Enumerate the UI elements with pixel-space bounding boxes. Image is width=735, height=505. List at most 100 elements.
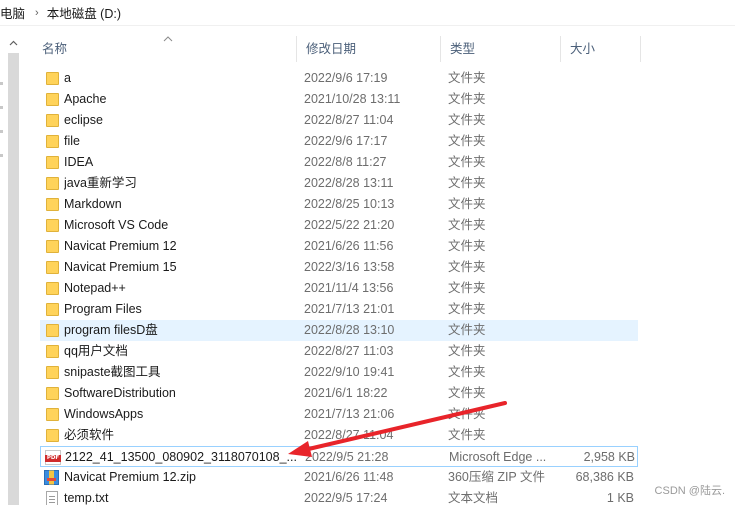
file-name: snipaste截图工具 bbox=[64, 365, 161, 379]
file-name: file bbox=[64, 134, 80, 148]
file-name: Program Files bbox=[64, 302, 142, 316]
file-size bbox=[560, 89, 634, 110]
table-row[interactable]: WindowsApps 2021/7/13 21:06 文件夹 bbox=[40, 404, 638, 425]
file-name: java重新学习 bbox=[64, 176, 137, 190]
chevron-up-icon bbox=[9, 40, 17, 46]
file-name: a bbox=[64, 71, 71, 85]
file-date: 2022/8/27 11:03 bbox=[304, 344, 394, 358]
column-divider[interactable] bbox=[640, 36, 641, 62]
pdf-icon: PDF bbox=[45, 450, 61, 465]
table-row[interactable]: Navicat Premium 12 2021/6/26 11:56 文件夹 bbox=[40, 236, 638, 257]
table-row[interactable]: snipaste截图工具 2022/9/10 19:41 文件夹 bbox=[40, 362, 638, 383]
folder-icon bbox=[46, 408, 59, 421]
file-type: 文件夹 bbox=[448, 302, 486, 316]
folder-icon bbox=[46, 198, 59, 211]
file-name: IDEA bbox=[64, 155, 94, 169]
table-row[interactable]: 必须软件 2022/8/27 11:04 文件夹 bbox=[40, 425, 638, 446]
file-name: 必须软件 bbox=[64, 428, 115, 442]
file-date: 2022/3/16 13:58 bbox=[304, 260, 395, 274]
table-row[interactable]: Microsoft VS Code 2022/5/22 21:20 文件夹 bbox=[40, 215, 638, 236]
file-size bbox=[560, 131, 634, 152]
column-header-size[interactable]: 大小 bbox=[560, 36, 640, 62]
breadcrumb-item-computer[interactable]: 电脑 bbox=[0, 3, 25, 22]
folder-icon bbox=[46, 240, 59, 253]
folder-icon bbox=[46, 324, 59, 337]
file-size bbox=[560, 236, 634, 257]
folder-icon bbox=[46, 72, 59, 85]
file-type: 360压缩 ZIP 文件 bbox=[448, 470, 546, 484]
chevron-right-icon: › bbox=[35, 6, 39, 19]
file-type: 文件夹 bbox=[448, 218, 486, 232]
pane-marker bbox=[0, 154, 3, 157]
pane-marker bbox=[0, 82, 3, 85]
folder-icon bbox=[46, 303, 59, 316]
table-row[interactable]: Markdown 2022/8/25 10:13 文件夹 bbox=[40, 194, 638, 215]
table-row[interactable]: eclipse 2022/8/27 11:04 文件夹 bbox=[40, 110, 638, 131]
table-row[interactable]: java重新学习 2022/8/28 13:11 文件夹 bbox=[40, 173, 638, 194]
pdf-label: PDF bbox=[45, 455, 61, 462]
file-size bbox=[560, 173, 634, 194]
file-date: 2022/9/10 19:41 bbox=[304, 365, 395, 379]
file-date: 2021/6/26 11:48 bbox=[304, 470, 394, 484]
file-size bbox=[560, 383, 634, 404]
file-name: Markdown bbox=[64, 197, 122, 211]
file-date: 2022/8/25 10:13 bbox=[304, 197, 395, 211]
pane-marker bbox=[0, 130, 3, 133]
table-row[interactable]: IDEA 2022/8/8 11:27 文件夹 bbox=[40, 152, 638, 173]
file-date: 2021/6/1 18:22 bbox=[304, 386, 388, 400]
pane-marker bbox=[0, 106, 3, 109]
file-name: Navicat Premium 15 bbox=[64, 260, 177, 274]
column-header-type[interactable]: 类型 bbox=[440, 36, 560, 62]
table-row[interactable]: Navicat Premium 12.zip 2021/6/26 11:48 360… bbox=[40, 467, 638, 488]
file-date: 2021/7/13 21:06 bbox=[304, 407, 395, 421]
column-header-row: 名称 修改日期 类型 大小 bbox=[32, 36, 642, 62]
table-row[interactable]: Program Files 2021/7/13 21:01 文件夹 bbox=[40, 299, 638, 320]
file-size bbox=[560, 320, 634, 341]
table-row[interactable]: Notepad++ 2021/11/4 13:56 文件夹 bbox=[40, 278, 638, 299]
folder-icon bbox=[46, 93, 59, 106]
file-date: 2022/9/5 21:28 bbox=[305, 450, 389, 464]
file-type: 文件夹 bbox=[448, 92, 486, 106]
txt-icon bbox=[46, 491, 58, 505]
folder-icon bbox=[46, 135, 59, 148]
file-type: 文件夹 bbox=[448, 113, 486, 127]
vertical-scrollbar[interactable] bbox=[6, 36, 20, 505]
column-header-name[interactable]: 名称 bbox=[32, 36, 296, 62]
pdf-file-row[interactable]: PDF 2122_41_13500_080902_3118070108_... 20… bbox=[40, 446, 638, 467]
file-date: 2022/9/6 17:17 bbox=[304, 134, 388, 148]
file-size bbox=[560, 425, 634, 446]
table-row[interactable]: Apache 2021/10/28 13:11 文件夹 bbox=[40, 89, 638, 110]
table-row[interactable]: temp.txt 2022/9/5 17:24 文本文档 1 KB bbox=[40, 488, 638, 505]
file-name: temp.txt bbox=[64, 491, 109, 505]
folder-icon bbox=[46, 387, 59, 400]
table-row[interactable]: Navicat Premium 15 2022/3/16 13:58 文件夹 bbox=[40, 257, 638, 278]
table-row[interactable]: file 2022/9/6 17:17 文件夹 bbox=[40, 131, 638, 152]
file-type: 文件夹 bbox=[448, 197, 486, 211]
column-header-date[interactable]: 修改日期 bbox=[296, 36, 440, 62]
file-name: eclipse bbox=[64, 113, 103, 127]
file-size: 68,386 KB bbox=[575, 470, 634, 484]
file-type: 文件夹 bbox=[448, 71, 486, 85]
file-type: 文件夹 bbox=[448, 386, 486, 400]
file-name: 2122_41_13500_080902_3118070108_... bbox=[65, 450, 297, 464]
file-size bbox=[560, 152, 634, 173]
file-size: 2,958 KB bbox=[583, 450, 635, 464]
file-name: Navicat Premium 12 bbox=[64, 239, 177, 253]
scrollbar-thumb[interactable] bbox=[8, 53, 19, 505]
file-type: 文件夹 bbox=[448, 344, 486, 358]
file-type: 文件夹 bbox=[448, 365, 486, 379]
table-row[interactable]: SoftwareDistribution 2021/6/1 18:22 文件夹 bbox=[40, 383, 638, 404]
table-row[interactable]: a 2022/9/6 17:19 文件夹 bbox=[40, 68, 638, 89]
folder-icon bbox=[46, 177, 59, 190]
file-name: program filesD盘 bbox=[64, 323, 158, 337]
breadcrumb-item-drive-d[interactable]: 本地磁盘 (D:) bbox=[47, 3, 121, 22]
file-size bbox=[560, 194, 634, 215]
table-row[interactable]: program filesD盘 2022/8/28 13:10 文件夹 bbox=[40, 320, 638, 341]
file-date: 2022/8/27 11:04 bbox=[304, 113, 394, 127]
file-size bbox=[560, 341, 634, 362]
breadcrumb: 电脑 › 本地磁盘 (D:) bbox=[0, 0, 735, 26]
table-row[interactable]: qq用户文档 2022/8/27 11:03 文件夹 bbox=[40, 341, 638, 362]
folder-icon bbox=[46, 114, 59, 127]
file-date: 2022/8/28 13:10 bbox=[304, 323, 395, 337]
scroll-up-button[interactable] bbox=[6, 36, 20, 50]
